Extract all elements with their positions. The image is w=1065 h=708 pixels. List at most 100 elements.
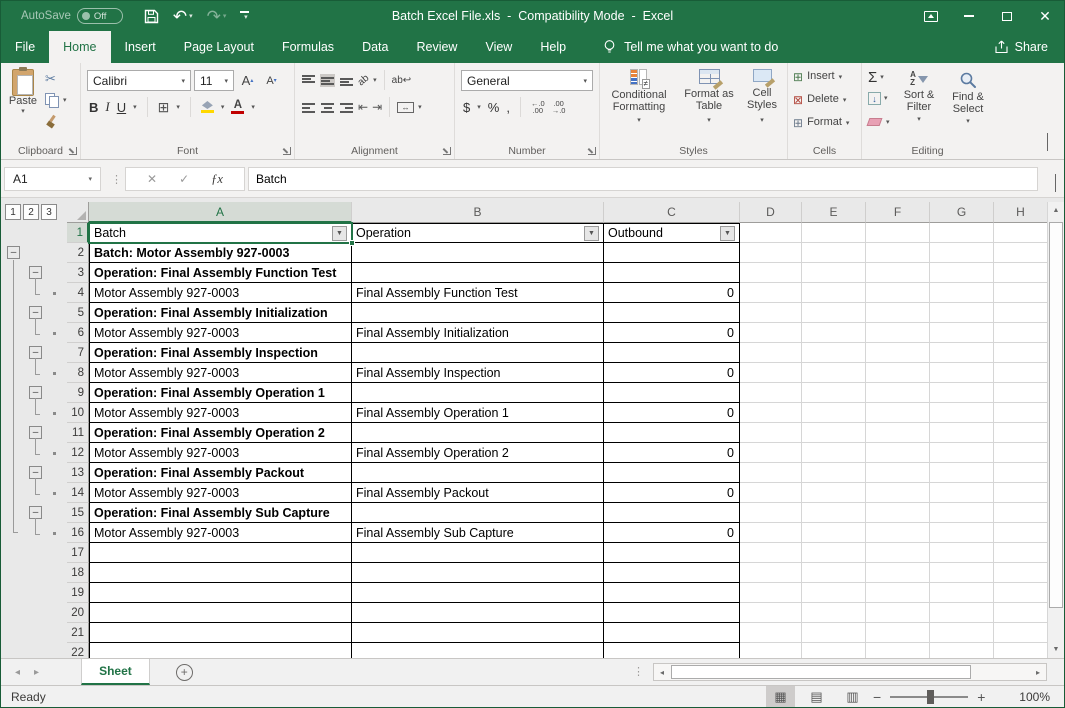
cell-H3[interactable] [994,263,1048,283]
cell-E21[interactable] [802,623,866,643]
row-header-16[interactable]: 16 [67,523,89,543]
row-header-6[interactable]: 6 [67,323,89,343]
alignment-dialog-launcher[interactable] [443,147,451,155]
cell-F11[interactable] [866,423,930,443]
cell-A1[interactable]: Batch▼ [89,223,352,243]
cell-styles-button[interactable]: Cell Styles ▾ [740,69,784,124]
cell-G15[interactable] [930,503,994,523]
cell-F9[interactable] [866,383,930,403]
cell-B13[interactable] [352,463,604,483]
cell-E22[interactable] [802,643,866,658]
expand-formula-bar-button[interactable] [1055,174,1056,192]
save-button[interactable] [139,3,164,29]
cell-E9[interactable] [802,383,866,403]
row-header-11[interactable]: 11 [67,423,89,443]
cell-G7[interactable] [930,343,994,363]
cell-C13[interactable] [604,463,740,483]
row-header-10[interactable]: 10 [67,403,89,423]
cell-H16[interactable] [994,523,1048,543]
cell-F3[interactable] [866,263,930,283]
row-header-12[interactable]: 12 [67,443,89,463]
cell-D4[interactable] [740,283,802,303]
cell-G19[interactable] [930,583,994,603]
cell-G21[interactable] [930,623,994,643]
cell-E15[interactable] [802,503,866,523]
cell-C20[interactable] [604,603,740,623]
increase-decimal-button[interactable]: ←.0.00 [531,100,545,115]
cell-G2[interactable] [930,243,994,263]
cell-H2[interactable] [994,243,1048,263]
cell-C16[interactable]: 0 [604,523,740,543]
cell-E19[interactable] [802,583,866,603]
accounting-format-button[interactable]: $ [463,100,470,115]
cell-G6[interactable] [930,323,994,343]
outline-collapse-button-row-2[interactable]: – [7,246,20,259]
zoom-slider-thumb[interactable] [927,690,934,704]
cell-A8[interactable]: Motor Assembly 927-0003 [89,363,352,383]
scroll-left-button[interactable]: ◂ [654,664,670,680]
cell-E5[interactable] [802,303,866,323]
format-cells-caret-icon[interactable]: ▾ [846,120,850,127]
cell-C1[interactable]: Outbound▼ [604,223,740,243]
cell-G17[interactable] [930,543,994,563]
cell-A13[interactable]: Operation: Final Assembly Packout [89,463,352,483]
cell-C22[interactable] [604,643,740,658]
cell-F20[interactable] [866,603,930,623]
cell-B19[interactable] [352,583,604,603]
cell-E16[interactable] [802,523,866,543]
cell-H12[interactable] [994,443,1048,463]
bottom-align-button[interactable] [339,74,354,87]
cell-A5[interactable]: Operation: Final Assembly Initialization [89,303,352,323]
cell-B18[interactable] [352,563,604,583]
cell-D21[interactable] [740,623,802,643]
cell-E3[interactable] [802,263,866,283]
font-size-combobox[interactable]: 11▾ [194,70,234,91]
cell-F6[interactable] [866,323,930,343]
cell-A19[interactable] [89,583,352,603]
orientation-button[interactable]: ab [358,75,369,86]
cell-D10[interactable] [740,403,802,423]
outline-level-button-1[interactable]: 1 [5,204,21,220]
zoom-slider[interactable] [890,696,968,698]
cell-B17[interactable] [352,543,604,563]
name-box[interactable]: A1 ▾ [4,167,101,191]
row-header-8[interactable]: 8 [67,363,89,383]
top-align-button[interactable] [301,74,316,87]
next-sheet-button[interactable]: ▸ [34,667,39,678]
number-dialog-launcher[interactable] [588,147,596,155]
cell-A21[interactable] [89,623,352,643]
percent-style-button[interactable]: % [488,100,500,115]
format-as-table-button[interactable]: Format as Table ▾ [678,69,740,124]
outline-level-button-2[interactable]: 2 [23,204,39,220]
cell-D22[interactable] [740,643,802,658]
cell-B9[interactable] [352,383,604,403]
decrease-font-size-button[interactable]: A▾ [261,75,282,87]
wrap-text-button[interactable]: ab↩ [392,75,412,86]
cell-G11[interactable] [930,423,994,443]
cell-F12[interactable] [866,443,930,463]
cell-A10[interactable]: Motor Assembly 927-0003 [89,403,352,423]
cell-D7[interactable] [740,343,802,363]
cell-E13[interactable] [802,463,866,483]
cell-G22[interactable] [930,643,994,658]
tab-review[interactable]: Review [402,31,471,63]
cell-A6[interactable]: Motor Assembly 927-0003 [89,323,352,343]
row-header-5[interactable]: 5 [67,303,89,323]
cell-G16[interactable] [930,523,994,543]
format-painter-button[interactable] [45,115,58,128]
row-header-9[interactable]: 9 [67,383,89,403]
page-layout-view-button[interactable]: ▤ [802,686,831,707]
cell-E2[interactable] [802,243,866,263]
cell-C12[interactable]: 0 [604,443,740,463]
cell-B21[interactable] [352,623,604,643]
cell-B3[interactable] [352,263,604,283]
cell-D12[interactable] [740,443,802,463]
row-header-22[interactable]: 22 [67,643,89,658]
cell-B2[interactable] [352,243,604,263]
autosum-caret-icon[interactable]: ▾ [880,74,884,81]
cell-C7[interactable] [604,343,740,363]
tab-home[interactable]: Home [49,31,110,63]
cell-C18[interactable] [604,563,740,583]
cell-F7[interactable] [866,343,930,363]
collapse-ribbon-button[interactable] [1047,133,1048,151]
